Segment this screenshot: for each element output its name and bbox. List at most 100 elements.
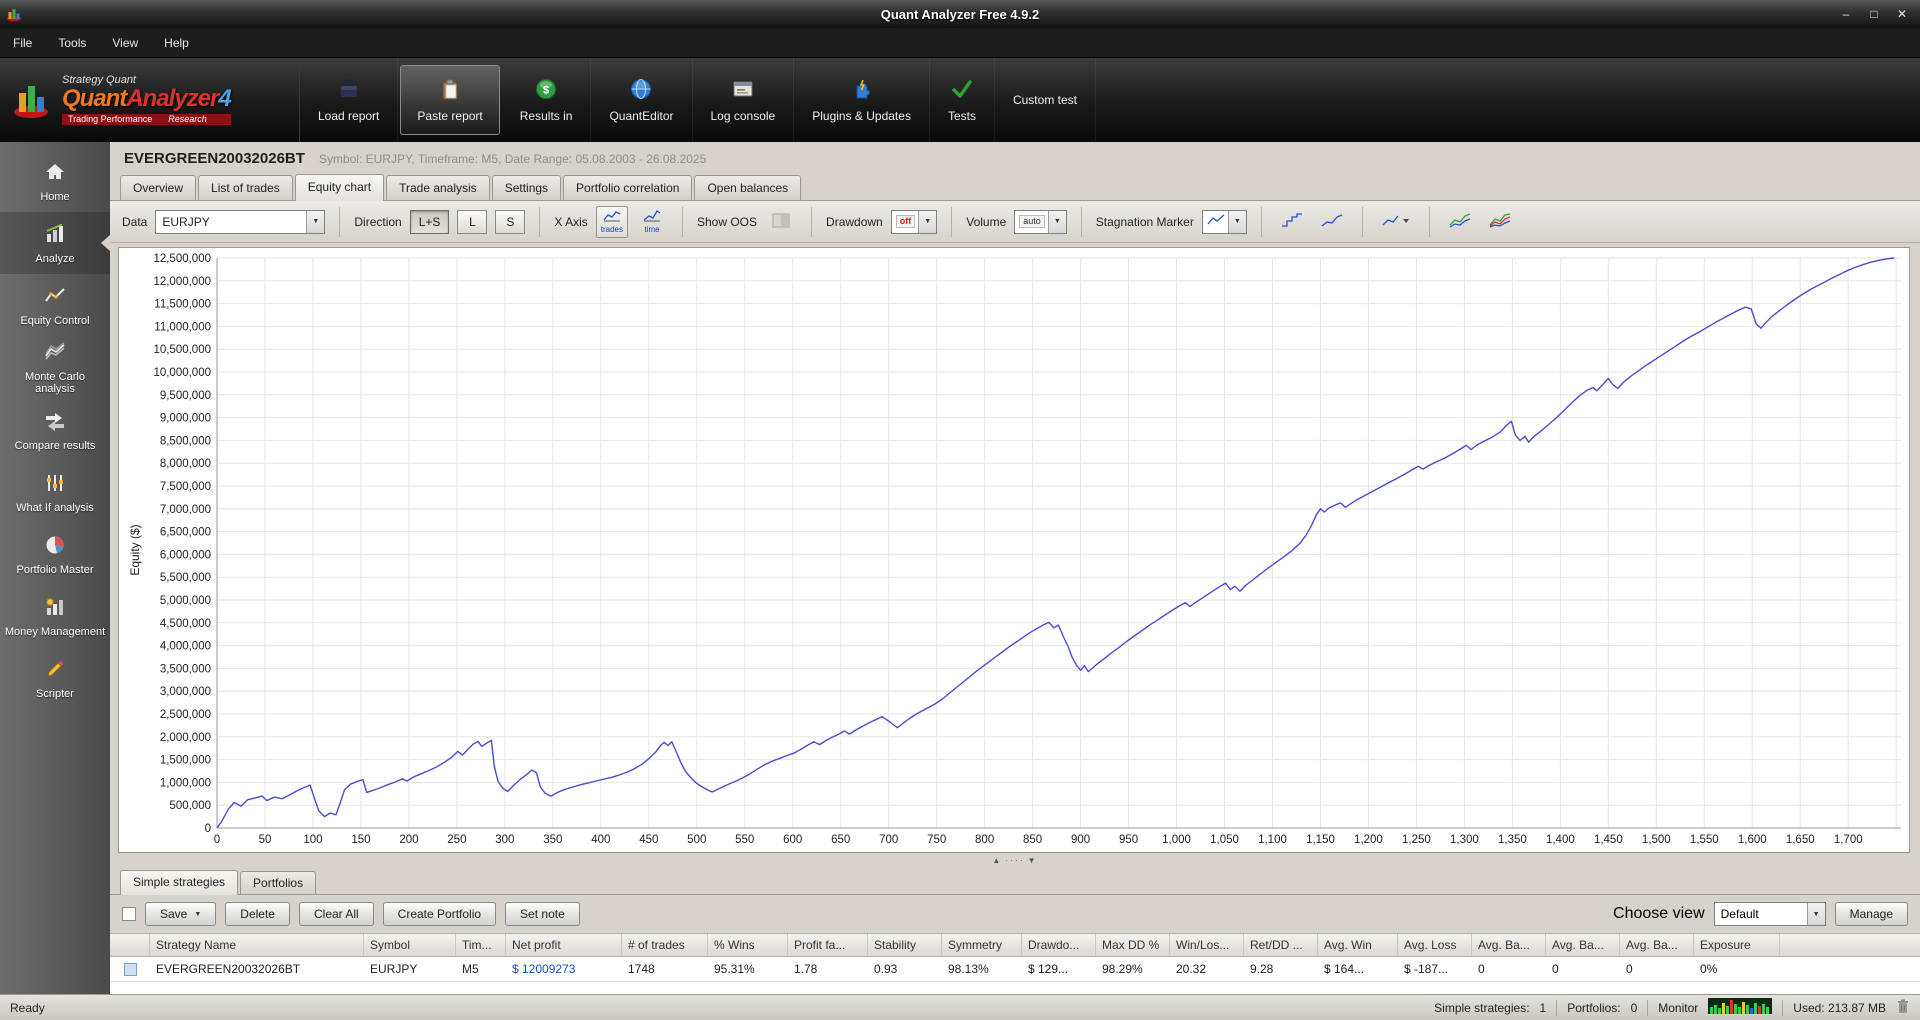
compare-lines-button[interactable]: [1444, 206, 1476, 238]
manage-button[interactable]: Manage: [1834, 902, 1908, 926]
column-header[interactable]: Symbol: [364, 934, 456, 956]
tab-portfolios[interactable]: Portfolios: [240, 871, 317, 894]
balance-style-button[interactable]: [1316, 206, 1348, 238]
paste-report-button[interactable]: Paste report: [400, 65, 500, 135]
tab-overview[interactable]: Overview: [120, 175, 197, 200]
svg-text:350: 350: [543, 834, 562, 846]
menu-file[interactable]: File: [0, 28, 45, 57]
table-row[interactable]: EVERGREEN20032026BT EURJPY M5 $ 12009273…: [110, 957, 1920, 982]
tab-settings[interactable]: Settings: [491, 175, 562, 200]
sidebar-item-monte-carlo[interactable]: Monte Carlo analysis: [0, 336, 110, 399]
view-select[interactable]: Default ▼: [1713, 902, 1826, 926]
column-header[interactable]: Avg. Win: [1318, 934, 1398, 956]
equity-chart[interactable]: 0 500,000 1,000,000 1,500,000 2,000,000 2,500…: [118, 247, 1910, 853]
sidebar-item-portfolio-master[interactable]: Portfolio Master: [0, 523, 110, 585]
tab-equity-chart[interactable]: Equity chart: [294, 174, 385, 201]
brand-banner-left: Trading Performance: [68, 113, 153, 124]
chevron-down-icon: ▼: [1047, 210, 1066, 233]
svg-text:1,250: 1,250: [1402, 834, 1431, 846]
sidebar-item-money-management[interactable]: Money Management: [0, 585, 110, 647]
column-header[interactable]: Avg. Ba...: [1546, 934, 1620, 956]
xaxis-trades-button[interactable]: trades: [595, 205, 628, 238]
sidebar-item-analyze[interactable]: Analyze: [0, 212, 110, 274]
row-checkbox[interactable]: [123, 962, 137, 976]
column-header[interactable]: Profit fa...: [788, 934, 868, 956]
delete-button[interactable]: Delete: [225, 902, 290, 926]
direction-s-toggle[interactable]: S: [495, 209, 526, 234]
column-header[interactable]: % Wins: [708, 934, 788, 956]
select-all-checkbox[interactable]: [122, 907, 136, 921]
results-icon: $: [534, 77, 558, 104]
stagnation-marker-select[interactable]: ▼: [1201, 209, 1247, 234]
splitter-handle[interactable]: ▲ · · · · ▼: [118, 853, 1910, 868]
minimize-button[interactable]: –: [1832, 4, 1860, 24]
data-select[interactable]: EURJPY ▼: [155, 209, 326, 234]
volume-select[interactable]: auto ▼: [1014, 209, 1067, 234]
tests-button[interactable]: Tests: [930, 58, 995, 142]
svg-text:50: 50: [259, 834, 272, 846]
tests-check-icon: [950, 77, 974, 104]
drawdown-select[interactable]: off ▼: [890, 209, 938, 234]
plugins-updates-button[interactable]: Plugins & Updates: [794, 58, 930, 142]
sidebar-item-equity-control[interactable]: Equity Control: [0, 274, 110, 336]
sidebar-item-what-if[interactable]: What If analysis: [0, 461, 110, 523]
all-lines-button[interactable]: [1484, 206, 1516, 238]
equity-style-button[interactable]: [1276, 206, 1308, 238]
svg-text:500: 500: [687, 834, 706, 846]
column-header[interactable]: Ret/DD ...: [1244, 934, 1318, 956]
tab-open-balances[interactable]: Open balances: [694, 175, 802, 200]
save-button[interactable]: Save ▼: [145, 902, 217, 926]
column-header[interactable]: Tim...: [456, 934, 506, 956]
results-in-button[interactable]: $ Results in: [502, 58, 592, 142]
sidebar-item-scripter[interactable]: Scripter: [0, 647, 110, 709]
quanteditor-button[interactable]: QuantEditor: [591, 58, 693, 142]
close-button[interactable]: ✕: [1888, 4, 1916, 24]
drawdown-value: off: [895, 215, 916, 228]
xaxis-time-button[interactable]: time: [636, 206, 668, 238]
svg-text:6,000,000: 6,000,000: [160, 549, 211, 561]
sidebar-item-compare-results[interactable]: Compare results: [0, 399, 110, 461]
direction-ls-toggle[interactable]: L+S: [409, 209, 450, 234]
table-header-row: Strategy Name Symbol Tim... Net profit #…: [110, 934, 1920, 957]
clear-all-button[interactable]: Clear All: [298, 902, 374, 926]
column-header[interactable]: Avg. Ba...: [1620, 934, 1694, 956]
custom-test-button[interactable]: Custom test: [995, 58, 1096, 142]
show-oos-toggle[interactable]: [765, 206, 797, 238]
tab-list-of-trades[interactable]: List of trades: [198, 175, 293, 200]
monitor-graph[interactable]: [1708, 998, 1773, 1017]
tab-portfolio-correlation[interactable]: Portfolio correlation: [563, 175, 693, 200]
column-header[interactable]: Net profit: [506, 934, 622, 956]
column-header[interactable]: Drawdo...: [1022, 934, 1096, 956]
column-header[interactable]: Avg. Ba...: [1472, 934, 1546, 956]
column-header[interactable]: Max DD %: [1096, 934, 1170, 956]
time-axis-icon: [643, 209, 661, 225]
trash-icon[interactable]: [1896, 998, 1910, 1017]
column-header[interactable]: Exposure: [1694, 934, 1780, 956]
sidebar-item-home[interactable]: Home: [0, 150, 110, 212]
column-header[interactable]: Stability: [868, 934, 942, 956]
maximize-button[interactable]: □: [1860, 4, 1888, 24]
tab-trade-analysis[interactable]: Trade analysis: [386, 175, 490, 200]
brand-banner-right: Research: [168, 113, 207, 124]
column-header[interactable]: Strategy Name: [150, 934, 364, 956]
xaxis-trades-caption: trades: [600, 225, 623, 234]
column-header[interactable]: # of trades: [622, 934, 708, 956]
simple-strategies-count-value: 1: [1539, 1000, 1547, 1015]
log-console-button[interactable]: Log console: [693, 58, 795, 142]
paste-report-icon: [438, 77, 462, 104]
plugins-icon: [850, 77, 874, 104]
app-icon[interactable]: [6, 6, 22, 22]
column-header[interactable]: Symmetry: [942, 934, 1022, 956]
column-header[interactable]: Avg. Loss: [1398, 934, 1472, 956]
direction-l-toggle[interactable]: L: [457, 209, 488, 234]
column-header[interactable]: Win/Los...: [1170, 934, 1244, 956]
menu-tools[interactable]: Tools: [45, 28, 99, 57]
menu-help[interactable]: Help: [151, 28, 202, 57]
create-portfolio-button[interactable]: Create Portfolio: [382, 902, 497, 926]
menu-view[interactable]: View: [99, 28, 151, 57]
tab-simple-strategies[interactable]: Simple strategies: [120, 870, 239, 895]
load-report-button[interactable]: Load report: [300, 58, 399, 142]
separator: [1782, 999, 1784, 1016]
indicator-dropdown[interactable]: [1377, 206, 1415, 238]
set-note-button[interactable]: Set note: [505, 902, 580, 926]
